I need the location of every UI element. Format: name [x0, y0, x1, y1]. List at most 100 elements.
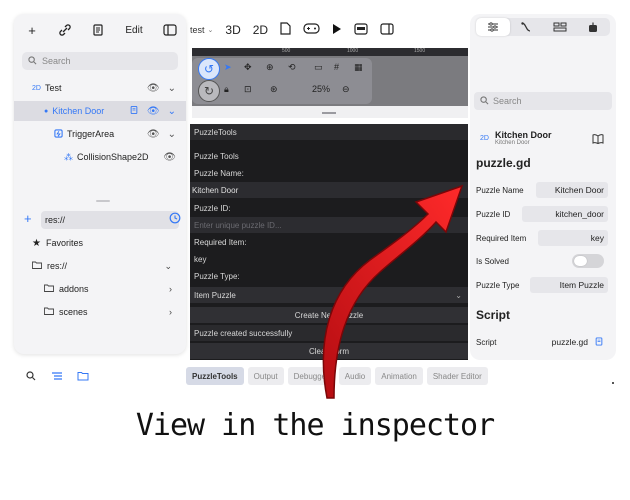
node-type: Kitchen Door — [494, 140, 530, 146]
search-placeholder: Search — [493, 96, 522, 106]
attached-script-icon[interactable] — [129, 105, 139, 118]
add-node-button[interactable]: + — [22, 20, 42, 40]
lock-icon[interactable]: 🔒︎ — [224, 84, 229, 95]
search-icon[interactable] — [22, 368, 40, 384]
inspector-toggle-icon[interactable] — [380, 22, 394, 38]
chevron-down-icon[interactable]: ⌄ — [168, 106, 176, 117]
scene-toolbar: + Edit — [22, 20, 180, 40]
path-input[interactable]: res:// — [41, 211, 179, 229]
chevron-down-icon: ⌄ — [455, 290, 462, 300]
prop-value-input[interactable]: key — [538, 230, 608, 246]
tab-shader-editor[interactable]: Shader Editor — [426, 367, 488, 385]
group-icon[interactable]: ⊡ — [244, 84, 252, 95]
panel-resize-handle[interactable] — [96, 200, 110, 202]
tab-inspector-icon[interactable] — [476, 18, 510, 36]
visibility-eye-icon[interactable]: 👁 — [147, 129, 160, 140]
search-placeholder: Search — [42, 56, 71, 66]
tree-item-test[interactable]: 2D Test 👁 ⌄ — [14, 78, 186, 98]
play-scene-icon[interactable] — [354, 22, 368, 38]
fs-item-label: addons — [59, 284, 89, 294]
puzzle-id-input[interactable]: Enter unique puzzle ID... — [190, 217, 468, 233]
add-path-icon[interactable]: + — [24, 211, 32, 226]
inspected-node: 2D Kitchen Door Kitchen Door — [480, 130, 551, 146]
link-icon[interactable] — [55, 20, 75, 40]
puzzle-tools-dock: PuzzleTools Puzzle Tools Puzzle Name: Ki… — [190, 124, 468, 360]
search-icon — [480, 95, 489, 107]
fs-item-addons[interactable]: addons › — [14, 279, 186, 299]
puzzle-type-select[interactable]: Item Puzzle ⌄ — [190, 287, 468, 303]
skeleton-icon[interactable]: ⊛ — [270, 84, 278, 95]
required-item-input[interactable]: key — [190, 251, 468, 267]
chevron-down-icon[interactable]: ⌄ — [164, 261, 172, 272]
puzzle-name-input[interactable]: Kitchen Door — [190, 182, 468, 198]
fs-item-scenes[interactable]: scenes › — [14, 302, 186, 322]
rotate-tool-icon[interactable]: ⟲ — [288, 62, 296, 73]
zoom-reset-icon[interactable]: ⊖ — [342, 84, 350, 95]
select-tool-icon[interactable]: ➤ — [224, 62, 232, 73]
document-icon[interactable] — [280, 22, 291, 38]
chevron-down-icon[interactable]: ⌄ — [168, 129, 176, 140]
scene-selector[interactable]: test ⌄ — [190, 25, 213, 35]
mode-2d-button[interactable]: 2D — [253, 23, 268, 37]
script-icon[interactable] — [88, 20, 108, 40]
tab-history-icon[interactable] — [577, 18, 611, 36]
prop-label: Puzzle Name — [476, 185, 524, 195]
prop-required-item: Required Item key — [476, 228, 608, 248]
tab-signals-icon[interactable] — [510, 18, 544, 36]
edit-button[interactable]: Edit — [121, 20, 147, 40]
visibility-eye-icon[interactable]: 👁 — [163, 152, 176, 163]
search-icon — [28, 55, 37, 67]
chevron-right-icon[interactable]: › — [169, 284, 172, 294]
tab-puzzletools[interactable]: PuzzleTools — [186, 367, 244, 385]
prop-value-input[interactable]: Kitchen Door — [536, 182, 608, 198]
fs-item-favorites[interactable]: ★ Favorites — [14, 233, 186, 253]
ruler-tool-icon[interactable]: ▭ — [314, 62, 323, 73]
redo-icon[interactable]: ↻ — [198, 80, 220, 102]
gamepad-icon[interactable] — [303, 23, 320, 37]
inspector-search-input[interactable]: Search — [474, 92, 612, 110]
tree-item-collision-shape[interactable]: ⁂ CollisionShape2D 👁 — [14, 147, 186, 167]
tree-item-trigger-area[interactable]: TriggerArea 👁 ⌄ — [14, 124, 186, 144]
visibility-eye-icon[interactable]: 👁 — [147, 106, 160, 117]
mode-3d-button[interactable]: 3D — [225, 23, 240, 37]
tab-groups-icon[interactable] — [543, 18, 577, 36]
scene-search-input[interactable]: Search — [22, 52, 178, 70]
history-icon[interactable] — [169, 212, 181, 226]
sidebar-toggle-icon[interactable] — [160, 20, 180, 40]
zoom-tool-icon[interactable]: ⊕ — [266, 62, 274, 73]
chevron-down-icon[interactable]: ⌄ — [168, 83, 176, 94]
prop-label: Puzzle Type — [476, 280, 520, 290]
undo-icon[interactable]: ↺ — [198, 58, 220, 80]
move-tool-icon[interactable]: ✥ — [244, 62, 252, 73]
tab-output[interactable]: Output — [247, 367, 284, 385]
visibility-eye-icon[interactable]: 👁 — [147, 83, 160, 94]
prop-value-input[interactable]: kitchen_door — [522, 206, 608, 222]
tree-item-kitchen-door[interactable]: ● Kitchen Door 👁 ⌄ — [14, 101, 186, 121]
grid-snap-icon[interactable]: # — [334, 62, 339, 72]
script-file-icon[interactable] — [594, 336, 604, 349]
script-file-value[interactable]: puzzle.gd — [552, 337, 588, 347]
book-icon[interactable] — [592, 134, 604, 147]
clear-form-button[interactable]: Clear Form — [190, 343, 468, 359]
viewport-resize-handle[interactable] — [322, 112, 336, 114]
prop-value-select[interactable]: Item Puzzle — [530, 277, 608, 293]
node-2d-icon: 2D — [32, 84, 41, 92]
chevron-right-icon[interactable]: › — [169, 307, 172, 317]
play-icon[interactable] — [332, 23, 342, 38]
inspector-tabs — [476, 18, 610, 36]
is-solved-toggle[interactable] — [572, 254, 604, 268]
tab-debugger[interactable]: Debugger — [287, 367, 335, 385]
script-title: puzzle.gd — [476, 156, 531, 170]
tab-animation[interactable]: Animation — [375, 367, 423, 385]
prop-puzzle-type: Puzzle Type Item Puzzle — [476, 275, 608, 295]
tab-audio[interactable]: Audio — [338, 367, 372, 385]
folder-icon[interactable] — [74, 368, 92, 384]
prop-puzzle-id: Puzzle ID kitchen_door — [476, 204, 608, 224]
stray-dot — [612, 382, 614, 384]
smart-snap-icon[interactable]: ▦ — [354, 62, 363, 73]
fs-item-root[interactable]: res:// ⌄ — [14, 256, 186, 276]
zoom-level[interactable]: 25% — [312, 84, 330, 94]
create-puzzle-button[interactable]: Create New Puzzle — [190, 307, 468, 323]
canvas-viewport[interactable]: 500 1000 1500 ↺ ↻ ➤ ✥ ⊕ ⟲ ▭ # ▦ 🔒︎ ⊡ ⊛ 2… — [192, 48, 468, 118]
list-icon[interactable] — [48, 368, 66, 384]
